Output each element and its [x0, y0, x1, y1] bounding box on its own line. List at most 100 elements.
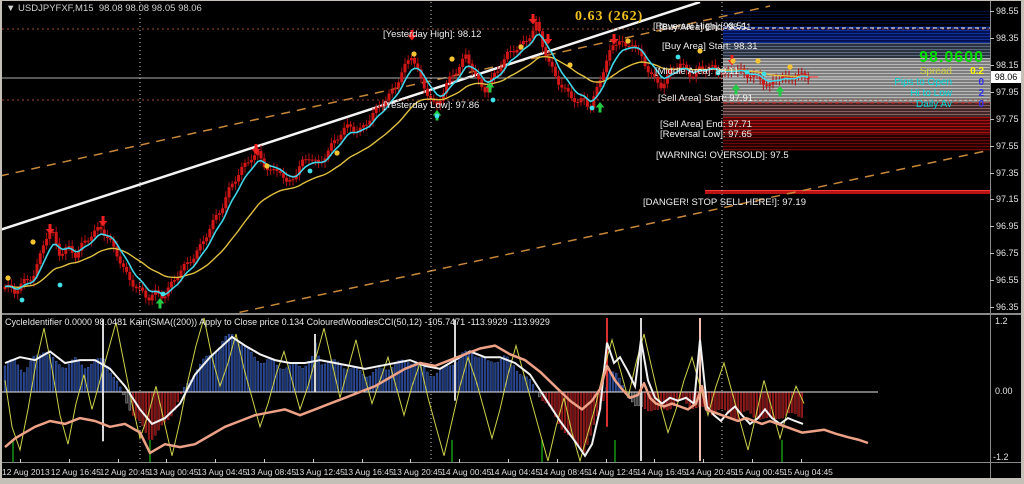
time-axis-tickmark [654, 459, 656, 463]
indicator-subwindow-header: CycleIdentifier 0.0000 98.0481 Kairi(SMA… [5, 317, 550, 327]
time-axis-tickmark [264, 459, 265, 463]
price-axis-tick: 98.15 [996, 60, 1019, 71]
timeaxis-separator [0, 462, 1022, 463]
price-axis-tick: 96.55 [996, 274, 1019, 285]
time-axis-tickmark [20, 459, 21, 463]
buy-dot-icon [490, 97, 496, 103]
sell-dot-icon [755, 58, 761, 64]
daily-av-label: Daily Av [916, 99, 952, 110]
time-axis-tickmark [508, 459, 509, 463]
time-axis-tickmark [68, 459, 70, 463]
price-axis-tick: 98.35 [996, 33, 1019, 44]
price-axis-tickmark [990, 172, 994, 174]
info-row-daily-av: Daily Av 0 [916, 99, 984, 110]
buy-dot-icon [744, 69, 750, 75]
time-axis-label: 12 Aug 20:45 [99, 467, 150, 477]
buy-dot-icon [675, 54, 681, 60]
time-axis-label: 15 Aug 04:45 [782, 467, 833, 477]
time-axis-label: 13 Aug 00:45 [148, 467, 199, 477]
time-axis-tickmark [410, 459, 412, 463]
window-border-bottom [0, 478, 1024, 484]
ohlc-readout: 98.08 98.08 98.05 98.06 [98, 3, 202, 14]
price-axis-tickmark [990, 226, 994, 228]
time-axis-label: 15 Aug 00:45 [734, 467, 785, 477]
time-axis-label: 14 Aug 16:45 [636, 467, 687, 477]
price-axis-tick: 97.55 [996, 140, 1019, 151]
time-axis-tickmark [459, 459, 461, 463]
indicator-axis-top: 1.2 [995, 316, 1008, 326]
symbol-dropdown-icon[interactable]: ▼ [6, 3, 15, 14]
time-axis-tickmark [800, 459, 802, 463]
buy-dot-icon [434, 113, 440, 119]
bid-price-readout: 98.0600 [919, 49, 984, 66]
hi-to-low-label: Hi to Low [910, 88, 952, 99]
time-axis-label: 14 Aug 08:45 [538, 467, 589, 477]
sell-dot-icon [411, 51, 417, 57]
buy-arrow-icon [595, 102, 605, 113]
time-axis-tickmark [605, 459, 607, 463]
price-axis-tickmark [990, 91, 994, 93]
price-axis-tickmark [990, 11, 994, 13]
window-border-left [0, 0, 2, 484]
time-axis-label: 13 Aug 16:45 [343, 467, 394, 477]
time-axis-tickmark [703, 459, 705, 463]
indicator-separator[interactable] [0, 313, 1022, 315]
chart-title: ▼ USDJPYFXF,M15 98.08 98.08 98.05 98.06 [6, 3, 202, 14]
symbol-timeframe: USDJPYFXF,M15 [18, 3, 94, 14]
time-axis-label: 12 Aug 2013 [2, 467, 50, 477]
price-axis-tick: 97.15 [996, 194, 1019, 205]
sell-arrow-icon [98, 216, 108, 227]
time-axis-label: 12 Aug 16:45 [50, 467, 101, 477]
price-axis-tickmark [990, 65, 994, 67]
time-axis-tickmark [556, 459, 558, 463]
sell-dot-icon [334, 150, 340, 156]
sell-arrow-icon [609, 34, 619, 45]
time-axis-label: 14 Aug 00:45 [441, 467, 492, 477]
label-sell-area-start: [Sell Area] Start: 97.91 [658, 93, 754, 104]
price-axis-tick: 96.35 [996, 301, 1019, 312]
label-oversold-warning: [WARNING! OVERSOLD]: 97.5 [656, 150, 789, 161]
label-yesterday-high: [Yesterday High]: 98.12 [383, 29, 482, 40]
price-axis-tickmark [990, 199, 994, 201]
label-buy-area-start: [Buy Area] Start: 98.31 [662, 41, 758, 52]
sell-dot-icon [5, 275, 11, 281]
buy-dot-icon [160, 291, 166, 297]
sell-dot-icon [625, 38, 631, 44]
time-axis-label: 13 Aug 12:45 [294, 467, 345, 477]
time-axis-label: 13 Aug 20:45 [392, 467, 443, 477]
info-row-hi-to-low: Hi to Low 2 [910, 88, 984, 99]
buy-dot-icon [57, 282, 63, 288]
pips-to-open-label: Pips to Open [894, 77, 952, 88]
price-axis-tick: 97.95 [996, 86, 1019, 97]
price-axis-tick: 98.55 [996, 6, 1019, 17]
time-axis-label: 14 Aug 20:45 [685, 467, 736, 477]
chart-canvas[interactable] [0, 0, 1024, 484]
time-axis-tickmark [312, 459, 314, 463]
price-axis-tickmark [990, 145, 994, 147]
window-border-top [0, 0, 1024, 1]
time-axis-tickmark [752, 459, 753, 463]
sell-dot-icon [567, 62, 573, 68]
label-buy-area-end: [Buy Area] End: 98.51 [659, 22, 752, 33]
price-axis-tick: 96.75 [996, 248, 1019, 259]
time-axis-label: 13 Aug 04:45 [197, 467, 248, 477]
price-axis-tickmark [990, 38, 994, 40]
buy-dot-icon [307, 168, 313, 174]
label-yesterday-low: [Yesterday Low]: 97.86 [383, 100, 480, 111]
label-middle-area: [Middle Area]: 98.11 [655, 66, 739, 77]
info-row-spread: Spread 0.2 [920, 66, 984, 77]
time-axis-label: 14 Aug 12:45 [587, 467, 638, 477]
price-axis-tickmark [990, 306, 994, 308]
price-axis-tick: 96.95 [996, 221, 1019, 232]
daily-av-value: 0 [978, 99, 984, 110]
time-axis-tickmark [166, 459, 168, 463]
price-axis-tickmark [990, 118, 994, 120]
buy-dot-icon [589, 105, 595, 111]
info-row-pips-to-open: Pips to Open 0 [894, 77, 984, 88]
label-danger-stop-sell: [DANGER! STOP SELL HERE!]: 97.19 [643, 197, 806, 208]
time-axis-tickmark [117, 459, 119, 463]
buy-dot-icon [19, 297, 25, 303]
label-reversal-low: [Reversal Low]: 97.65 [660, 129, 752, 140]
price-axis-tickmark [990, 279, 994, 281]
spread-value: 0.2 [970, 66, 984, 77]
